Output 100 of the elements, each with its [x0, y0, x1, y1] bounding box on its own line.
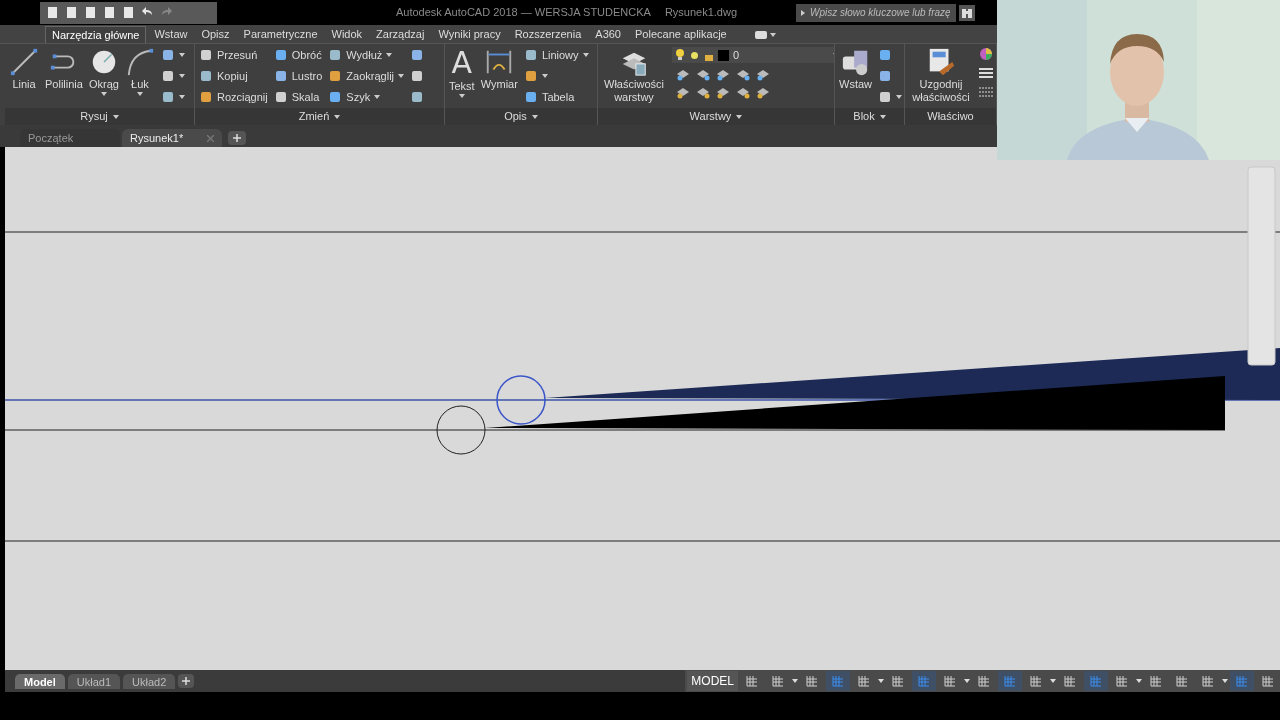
icon-button[interactable] [410, 47, 424, 63]
ribbon-tool-button[interactable]: Łuk [124, 47, 155, 108]
tool-icon [328, 69, 343, 83]
tool-icon [273, 90, 288, 104]
search-field[interactable]: Wpisz słowo kluczowe lub frazę [796, 3, 956, 22]
color-swatch-icon [718, 49, 729, 61]
layer-tool-icon[interactable] [676, 85, 690, 99]
caret-icon [964, 679, 970, 683]
ribbon-tab[interactable]: Rozszerzenia [508, 26, 588, 43]
binoculars-icon[interactable] [959, 4, 975, 21]
tool-icon [410, 48, 424, 62]
layout-tab[interactable]: Układ1 [67, 673, 121, 689]
status-toggle-button[interactable] [912, 671, 936, 691]
layer-tool-icon[interactable] [756, 85, 770, 99]
line-icon [9, 47, 39, 77]
tool-icon [160, 69, 175, 83]
ribbon-tab[interactable]: Wstaw [148, 26, 194, 43]
layout-tab[interactable]: Model [15, 673, 65, 689]
new-tab-button[interactable] [228, 131, 246, 145]
document-tab[interactable]: Początek [20, 129, 120, 147]
ribbon-tab[interactable]: Parametryczne [237, 26, 324, 43]
text-tool-icon: A [451, 47, 473, 79]
ribbon-tool-button[interactable]: Tabela [523, 89, 589, 105]
layer-dropdown[interactable]: 0 [672, 47, 834, 63]
ribbon-tool-button[interactable]: Właściwości warstwy [602, 47, 666, 108]
ribbon-tab[interactable]: Widok [325, 26, 369, 43]
icon-button[interactable] [160, 68, 185, 84]
caret-icon [878, 679, 884, 683]
window-title: Autodesk AutoCAD 2018 — WERSJA STUDENCKA [395, 5, 651, 21]
layer-tool-icon[interactable] [716, 67, 730, 81]
ribbon-tool-button[interactable]: Zaokrąglij [328, 68, 404, 84]
color-wheel-icon[interactable] [979, 47, 993, 61]
panel-title[interactable]: Warstwy [689, 108, 732, 125]
icon-button[interactable] [878, 89, 902, 105]
ribbon-tool-button[interactable]: Kopiuj [199, 68, 268, 84]
icon-button[interactable] [410, 68, 424, 84]
sun-icon [689, 49, 700, 61]
layer-tool-icon[interactable] [696, 85, 710, 99]
tool-icon [199, 69, 213, 83]
ribbon-tool-button[interactable]: Skala [273, 89, 323, 105]
tool-icon [410, 90, 424, 104]
linetype-icon[interactable] [979, 85, 993, 99]
layer-tool-icon[interactable] [756, 67, 770, 81]
caret-icon [112, 114, 119, 119]
document-tab[interactable]: Rysunek1* [122, 129, 222, 147]
drawing-canvas[interactable] [5, 147, 1280, 670]
status-toggle-button[interactable] [826, 671, 850, 691]
caret-icon [896, 95, 902, 99]
icon-button[interactable] [410, 89, 424, 105]
ribbon-tool-button[interactable]: Wymiar [480, 47, 518, 108]
status-toggle-button[interactable] [998, 671, 1022, 691]
status-toggle-button[interactable] [1084, 671, 1108, 691]
ribbon-tool-button[interactable]: Lustro [273, 68, 323, 84]
icon-button[interactable] [160, 89, 185, 105]
ribbon-tab[interactable]: Wyniki pracy [432, 26, 507, 43]
model-space-button[interactable]: MODEL [687, 671, 738, 691]
ribbon-tool-button[interactable]: Wstaw [839, 47, 872, 108]
caret-icon [736, 114, 743, 119]
new-layout-button[interactable] [178, 674, 195, 688]
ribbon-tool-button[interactable]: Uzgodnij właściwości [909, 47, 973, 108]
ribbon-tab[interactable]: A360 [589, 26, 627, 43]
ribbon-tool-button[interactable]: Linia [9, 47, 39, 108]
workspace-icon[interactable] [754, 31, 767, 39]
grid-icon [745, 674, 759, 688]
ribbon-tool-button[interactable]: A Tekst [449, 47, 475, 108]
ribbon-tab[interactable]: Polecane aplikacje [629, 26, 733, 43]
tool-icon [328, 48, 343, 62]
ribbon-tool-button[interactable]: Obróć [273, 47, 323, 63]
status-toggle-button[interactable] [1230, 671, 1254, 691]
ribbon-tab[interactable]: Zarządzaj [370, 26, 431, 43]
layer-tool-icon[interactable] [696, 67, 710, 81]
layout-tab[interactable]: Układ2 [123, 673, 176, 689]
ribbon-tab[interactable]: Narzędzia główne [45, 26, 147, 43]
tool-icon [199, 90, 213, 104]
ribbon-tool-button[interactable]: Liniowy [523, 47, 589, 63]
caret-icon [398, 74, 404, 78]
layer-tool-icon[interactable] [736, 67, 750, 81]
tool-icon [328, 90, 343, 104]
icon-button[interactable] [160, 47, 185, 63]
caret-icon [136, 92, 143, 96]
ribbon-tool-button[interactable]: Szyk [328, 89, 404, 105]
ribbon-tool-button[interactable]: Okrąg [88, 47, 119, 108]
panel-title[interactable]: Rysuj [80, 108, 108, 125]
file-name: Rysunek1.dwg [664, 5, 738, 21]
layer-tool-icon[interactable] [676, 67, 690, 81]
ribbon-tool-button[interactable]: Rozciągnij [199, 89, 268, 105]
tool-icon [523, 90, 538, 104]
tool-icon [273, 48, 288, 62]
panel-title[interactable]: Zmień [298, 108, 330, 125]
ribbon-tool-button[interactable]: Wydłuż [328, 47, 404, 63]
ribbon-tab[interactable]: Opisz [195, 26, 236, 43]
panel-title[interactable]: Opis [504, 108, 527, 125]
ribbon-tool-button[interactable]: Polilinia [45, 47, 83, 108]
tool-icon [273, 69, 288, 83]
caret-icon [1136, 679, 1142, 683]
ribbon-tool-button[interactable]: Przesuń [199, 47, 268, 63]
layer-tool-icon[interactable] [716, 85, 730, 99]
caret-icon [178, 53, 185, 57]
layer-tool-icon[interactable] [736, 85, 750, 99]
new-file-icon[interactable] [46, 6, 59, 19]
